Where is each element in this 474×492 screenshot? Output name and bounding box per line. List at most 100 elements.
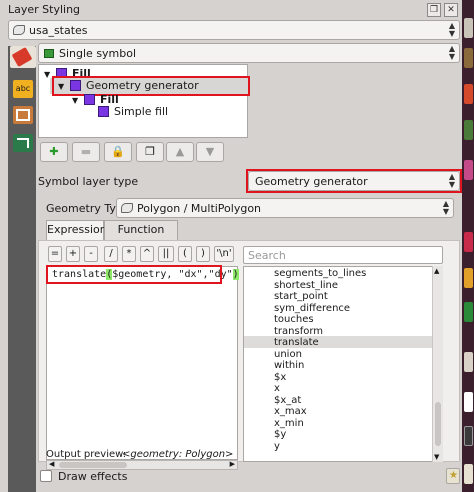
lock-layer-button[interactable]: 🔒 — [104, 142, 132, 162]
draw-effects-label: Draw effects — [58, 470, 128, 483]
output-preview-value: <geometry: Polygon> — [122, 449, 234, 460]
function-list[interactable] — [243, 266, 443, 462]
chevron-updown-icon: ▲ ▼ — [442, 199, 449, 216]
op-equals-button[interactable]: = — [48, 246, 62, 262]
dock-app-icon[interactable] — [464, 18, 473, 38]
expression-editor[interactable] — [46, 266, 238, 460]
list-item[interactable]: x_min — [274, 418, 304, 429]
lock-icon: 🔒 — [111, 145, 125, 158]
list-item[interactable]: y — [274, 441, 280, 452]
dock-app-icon[interactable] — [464, 302, 473, 322]
list-item[interactable]: $x_at — [274, 395, 301, 406]
highlight-box — [52, 76, 250, 96]
op-concat-button[interactable]: || — [158, 246, 174, 262]
draw-effects-checkbox[interactable] — [40, 470, 52, 482]
star-icon: ★ — [449, 470, 458, 481]
dock-app-icon[interactable] — [464, 120, 473, 140]
polygon-icon — [121, 203, 133, 213]
paintbrush-icon — [11, 46, 33, 68]
scroll-left-icon: ◀ — [49, 460, 55, 468]
list-item[interactable]: $x — [274, 372, 286, 383]
list-item[interactable]: x_max — [274, 406, 307, 417]
undo-redo-icon — [17, 138, 29, 148]
scroll-up-icon: ▲ — [434, 267, 440, 275]
list-item[interactable]: $y — [274, 429, 286, 440]
remove-layer-button[interactable]: ▬ — [72, 142, 100, 162]
scroll-right-icon: ▶ — [229, 460, 235, 468]
add-layer-button[interactable]: ✚ — [40, 142, 68, 162]
list-item-selected[interactable]: translate — [274, 337, 319, 348]
list-item[interactable]: sym_difference — [274, 303, 350, 314]
op-multiply-button[interactable]: * — [122, 246, 136, 262]
symbology-tab[interactable] — [10, 46, 36, 68]
arrow-down-icon: ▼ — [205, 145, 215, 158]
output-preview-label: Output preview: — [46, 449, 127, 460]
renderer-combo[interactable]: Single symbol ▲ ▼ — [38, 43, 460, 63]
tab-label: Expression — [47, 223, 107, 236]
scroll-thumb[interactable] — [59, 462, 127, 468]
move-down-button[interactable]: ▼ — [196, 142, 224, 162]
list-item[interactable]: touches — [274, 314, 314, 325]
op-minus-button[interactable]: - — [84, 246, 98, 262]
dock-app-icon[interactable] — [464, 160, 473, 180]
dock-app-icon[interactable] — [464, 232, 473, 252]
fill-swatch — [84, 94, 95, 105]
expr-close-paren: ) — [232, 269, 239, 280]
dock-app-icon[interactable] — [464, 48, 473, 68]
list-item[interactable]: shortest_line — [274, 280, 338, 291]
chevron-updown-icon: ▲ ▼ — [448, 21, 455, 38]
search-placeholder: Search — [248, 249, 286, 262]
dock-app-icon[interactable] — [464, 352, 473, 372]
window-title: Layer Styling — [8, 3, 81, 16]
list-item[interactable]: segments_to_lines — [274, 268, 366, 279]
expand-arrow-icon: ▼ — [72, 96, 79, 105]
minus-icon: ▬ — [80, 145, 92, 158]
op-newline-button[interactable]: '\n' — [214, 246, 234, 262]
list-item[interactable]: transform — [274, 326, 323, 337]
history-tab[interactable] — [13, 134, 33, 152]
arrow-up-icon: ▲ — [175, 145, 185, 158]
vertical-scrollbar[interactable]: ▲ ▼ — [432, 266, 443, 462]
close-icon[interactable]: ✕ — [444, 3, 458, 17]
move-up-button[interactable]: ▲ — [166, 142, 194, 162]
list-item[interactable]: x — [274, 383, 280, 394]
highlight-box — [46, 265, 222, 284]
horizontal-scrollbar[interactable]: ◀ ▶ — [46, 460, 238, 470]
tab-expression[interactable]: Expression — [46, 220, 107, 240]
labels-tab[interactable]: abc — [13, 80, 33, 98]
dock-app-icon[interactable] — [464, 268, 473, 288]
dock-app-icon[interactable] — [464, 464, 473, 484]
tab-function-editor[interactable]: Function Editor — [104, 220, 178, 254]
op-plus-button[interactable]: + — [66, 246, 80, 262]
layer-combo[interactable]: usa_states ▲ ▼ — [8, 20, 460, 40]
effects-star-button[interactable]: ★ — [446, 468, 460, 484]
dock-app-icon[interactable] — [464, 84, 473, 104]
tree-item-simple-fill[interactable]: Simple fill — [96, 104, 216, 120]
dock-app-icon[interactable] — [464, 392, 473, 412]
float-icon[interactable]: ❐ — [427, 3, 441, 17]
chevron-updown-icon: ▲ ▼ — [448, 44, 455, 61]
op-close-paren-button[interactable]: ) — [196, 246, 210, 262]
scroll-thumb[interactable] — [435, 402, 441, 446]
list-item[interactable]: start_point — [274, 291, 328, 302]
plus-icon: ✚ — [49, 145, 59, 158]
symbol-layer-type-label: Symbol layer type — [38, 175, 139, 188]
layer-combo-value: usa_states — [29, 24, 88, 37]
list-item[interactable]: within — [274, 360, 304, 371]
function-search-input[interactable]: Search — [243, 246, 443, 264]
list-item[interactable]: union — [274, 349, 302, 360]
op-divide-button[interactable]: / — [104, 246, 118, 262]
fill-swatch — [98, 106, 109, 117]
geometry-type-value: Polygon / MultiPolygon — [137, 202, 262, 215]
op-power-button[interactable]: ^ — [140, 246, 154, 262]
tree-item-subfill[interactable]: ▼ Fill — [72, 92, 119, 108]
single-symbol-icon — [44, 49, 54, 58]
diagram-icon — [16, 109, 30, 121]
dock-app-icon[interactable] — [464, 426, 473, 446]
geometry-type-combo[interactable]: Polygon / MultiPolygon ▲ ▼ — [116, 198, 454, 218]
diagram-tab[interactable] — [13, 106, 33, 124]
function-list-selected-bg — [244, 336, 432, 348]
duplicate-layer-button[interactable]: ❐ — [136, 142, 164, 162]
op-open-paren-button[interactable]: ( — [178, 246, 192, 262]
highlight-box — [246, 169, 462, 193]
